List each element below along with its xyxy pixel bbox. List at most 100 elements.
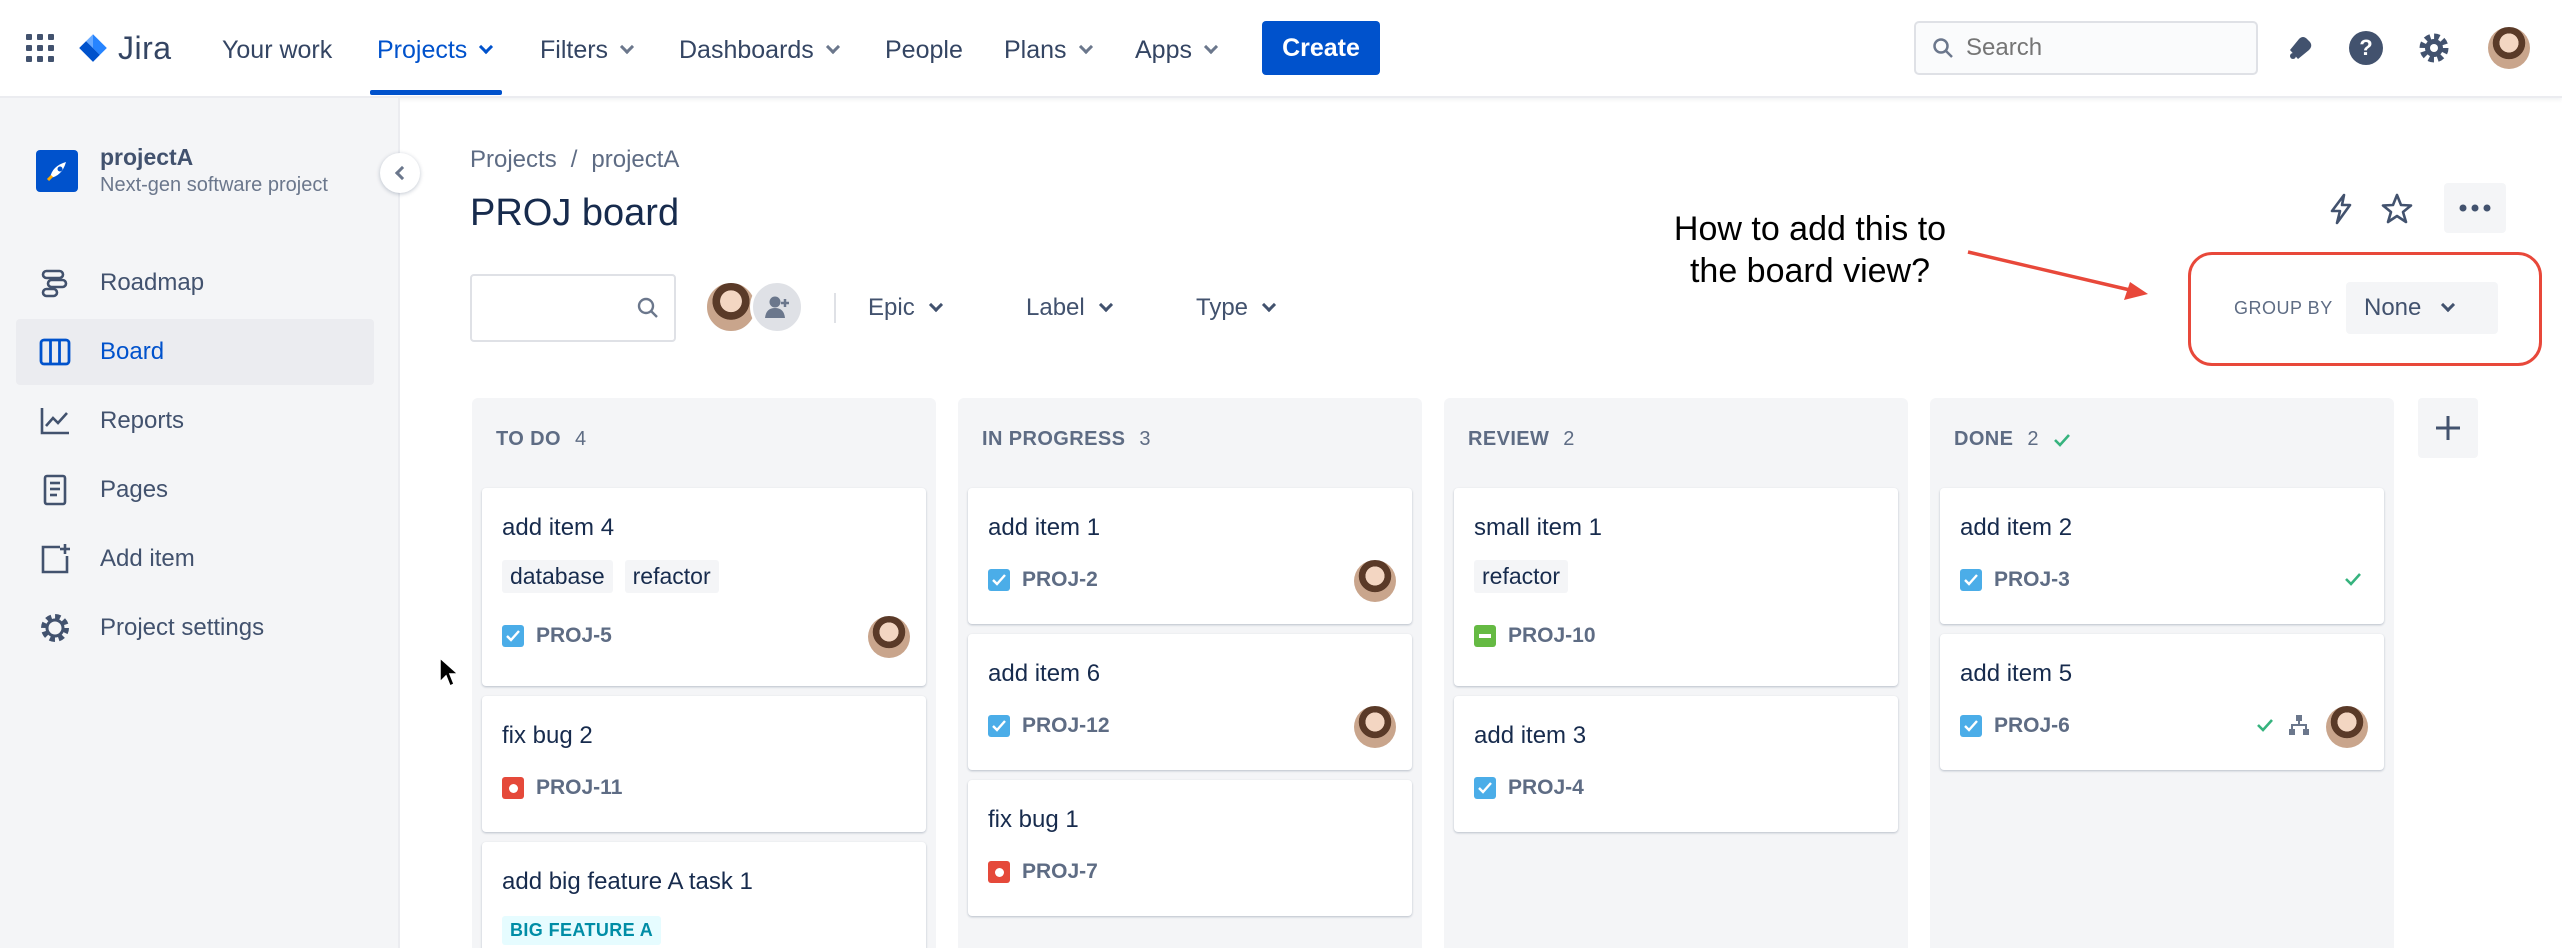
breadcrumb-projects[interactable]: Projects [470,146,557,174]
issue-card[interactable]: add item 3 PROJ-4 [1454,696,1898,832]
nav-your-work[interactable]: Your work [222,30,332,70]
issue-card[interactable]: add big feature A task 1 BIG FEATURE A [482,842,926,948]
filter-divider [834,293,836,323]
breadcrumb: Projects / projectA [470,146,679,174]
card-key: PROJ-12 [988,714,1110,738]
project-name: projectA [100,144,194,170]
assignee-avatar[interactable] [1354,560,1396,602]
page-title: PROJ board [470,192,680,234]
epic-lozenge: BIG FEATURE A [502,916,662,945]
automation-lightning-icon[interactable] [2318,186,2364,232]
svg-text:?: ? [2359,35,2372,60]
column-header: TO DO 4 [496,428,587,451]
issue-card[interactable]: fix bug 1 PROJ-7 [968,780,1412,916]
card-title: add big feature A task 1 [502,868,753,895]
annotation-arrow-icon [1967,250,2148,300]
top-navigation: Jira Your work Projects Filters Dashboar… [0,0,2562,98]
breadcrumb-separator: / [570,146,578,173]
chevron-down-icon [1203,39,1219,55]
story-checkbox-icon [988,715,1010,737]
epic-filter-dropdown[interactable]: Epic [868,290,943,326]
star-icon[interactable] [2374,186,2420,232]
done-check-icon [2054,433,2070,447]
chevron-down-icon [619,39,635,55]
column-count: 2 [2027,428,2039,450]
chevron-down-icon [1078,39,1093,55]
app-switcher-icon[interactable] [26,34,54,62]
resolved-check-icon [2257,719,2273,732]
nav-apps[interactable]: Apps [1135,30,1219,70]
bug-icon [502,777,524,799]
sidebar-item-label: Board [100,338,165,365]
card-title: add item 1 [988,514,1101,541]
type-filter-label: Type [1196,294,1249,321]
issue-card[interactable]: add item 2 PROJ-3 [1940,488,2384,624]
card-title: fix bug 1 [988,806,1079,833]
issue-card[interactable]: add item 5 PROJ-6 [1940,634,2384,770]
annotation-line-2: the board view? [1689,252,1931,290]
sidebar-item-roadmap[interactable]: Roadmap [16,250,374,316]
user-avatar[interactable] [2488,27,2530,69]
nav-filters-label: Filters [540,35,609,64]
column-header: DONE 2 [1954,428,2071,451]
settings-gear-icon[interactable] [2414,28,2454,68]
sidebar-item-project-settings[interactable]: Project settings [16,595,374,661]
label-filter-dropdown[interactable]: Label [1026,290,1113,326]
assignee-avatar[interactable] [2326,706,2368,748]
project-header[interactable]: projectA Next-gen software project [36,144,328,197]
sidebar-item-reports[interactable]: Reports [16,388,374,454]
issue-card[interactable]: fix bug 2 PROJ-11 [482,696,926,832]
notifications-icon[interactable] [2280,28,2320,68]
label-tag: refactor [1474,560,1568,593]
project-sidebar: projectA Next-gen software project Roadm… [0,98,420,948]
nav-plans[interactable]: Plans [1004,30,1093,70]
annotation-text: How to add this to the board view? [1640,208,1980,292]
create-button[interactable]: Create [1262,21,1380,75]
add-column-button[interactable] [2418,398,2478,458]
nav-people-label: People [885,35,963,64]
assignee-avatar[interactable] [1354,706,1396,748]
search-input[interactable] [1966,34,2236,62]
nav-projects[interactable]: Projects [377,30,494,70]
assignee-avatar[interactable] [868,616,910,658]
column-header: REVIEW 2 [1468,428,1575,451]
type-filter-dropdown[interactable]: Type [1196,290,1277,326]
issue-key: PROJ-10 [1508,624,1596,647]
issue-card[interactable]: small item 1 refactor PROJ-10 [1454,488,1898,686]
nav-projects-label: Projects [377,35,468,64]
story-checkbox-icon [1474,777,1496,799]
more-actions-button[interactable] [2444,183,2506,233]
mouse-cursor-icon [439,656,460,688]
story-checkbox-icon [502,625,524,647]
collapse-sidebar-button[interactable] [380,153,420,193]
chevron-down-icon [1098,297,1113,313]
breadcrumb-project[interactable]: projectA [591,146,679,174]
sidebar-item-add-item[interactable]: Add item [16,526,374,592]
nav-dashboards[interactable]: Dashboards [679,30,840,70]
issue-card[interactable]: add item 6 PROJ-12 [968,634,1412,770]
global-search[interactable] [1914,21,2258,75]
chevron-left-icon [394,165,410,181]
column-count: 4 [574,428,587,450]
board-column-review: REVIEW 2 small item 1 refactor PROJ-10 a… [1444,398,1908,948]
jira-logo[interactable]: Jira [76,28,172,68]
sidebar-item-board[interactable]: Board [16,319,374,385]
board-column-done: DONE 2 add item 2 PROJ-3 add item 5 PROJ… [1930,398,2394,948]
nav-filters[interactable]: Filters [540,30,635,70]
board-search-input[interactable] [470,274,676,342]
jira-logo-icon [79,34,107,62]
card-labels: database refactor [502,560,719,593]
card-key: PROJ-5 [502,624,612,648]
board-column-in-progress: IN PROGRESS 3 add item 1 PROJ-2 add item… [958,398,1422,948]
card-labels: refactor [1474,560,1568,593]
add-people-button[interactable] [750,280,804,334]
card-title: add item 2 [1960,514,2073,541]
nav-people[interactable]: People [885,30,963,70]
issue-card[interactable]: add item 4 database refactor PROJ-5 [482,488,926,686]
help-icon[interactable]: ? [2346,28,2386,68]
issue-card[interactable]: add item 1 PROJ-2 [968,488,1412,624]
sidebar-item-pages[interactable]: Pages [16,457,374,523]
column-count: 3 [1139,428,1151,450]
issue-key: PROJ-6 [1994,714,2070,737]
card-title: add item 4 [502,514,615,541]
